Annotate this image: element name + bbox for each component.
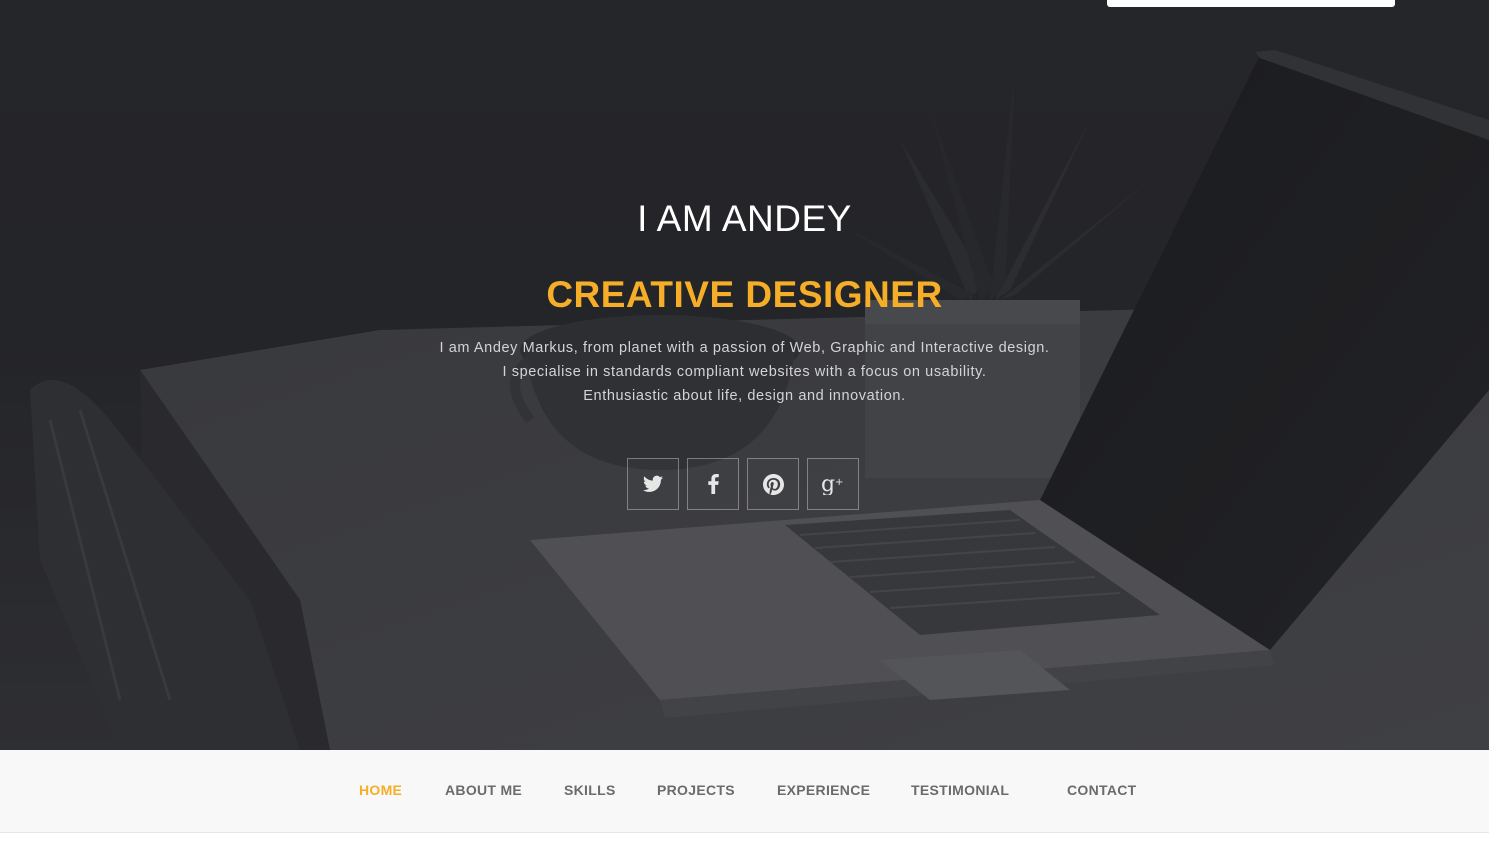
hero-description-line: I am Andey Markus, from planet with a pa…	[439, 340, 1050, 356]
hero-title: I AM ANDEY	[637, 198, 852, 239]
google-plus-icon: g +	[821, 473, 843, 495]
hero-description-line: I specialise in standards compliant webs…	[502, 364, 987, 380]
pinterest-icon	[762, 473, 784, 495]
main-navbar: HOME ABOUT ME SKILLS PROJECTS EXPERIENCE…	[0, 750, 1489, 833]
pinterest-button[interactable]	[747, 458, 799, 510]
nav-item-home[interactable]: HOME	[359, 782, 402, 798]
twitter-icon	[643, 475, 663, 492]
facebook-button[interactable]	[687, 458, 739, 510]
nav-item-experience[interactable]: EXPERIENCE	[777, 782, 870, 798]
nav-item-projects[interactable]: PROJECTS	[657, 782, 735, 798]
hero-content: I AM ANDEY CREATIVE DESIGNER I am Andey …	[0, 196, 1489, 408]
top-bar-widget[interactable]	[1107, 0, 1395, 7]
hero-description-line: Enthusiastic about life, design and inno…	[583, 388, 906, 404]
hero-description: I am Andey Markus, from planet with a pa…	[0, 336, 1489, 408]
nav-item-about-me[interactable]: ABOUT ME	[445, 782, 522, 798]
facebook-icon	[707, 474, 719, 494]
hero-subtitle: CREATIVE DESIGNER	[546, 274, 943, 315]
svg-text:+: +	[835, 477, 843, 488]
google-plus-button[interactable]: g +	[807, 458, 859, 510]
nav-item-contact[interactable]: CONTACT	[1067, 782, 1137, 798]
nav-item-skills[interactable]: SKILLS	[564, 782, 616, 798]
hero-section: I AM ANDEY CREATIVE DESIGNER I am Andey …	[0, 0, 1489, 750]
social-links: g +	[627, 458, 859, 510]
svg-text:g: g	[821, 473, 835, 495]
nav-item-testimonial[interactable]: TESTIMONIAL	[911, 782, 1009, 798]
twitter-button[interactable]	[627, 458, 679, 510]
